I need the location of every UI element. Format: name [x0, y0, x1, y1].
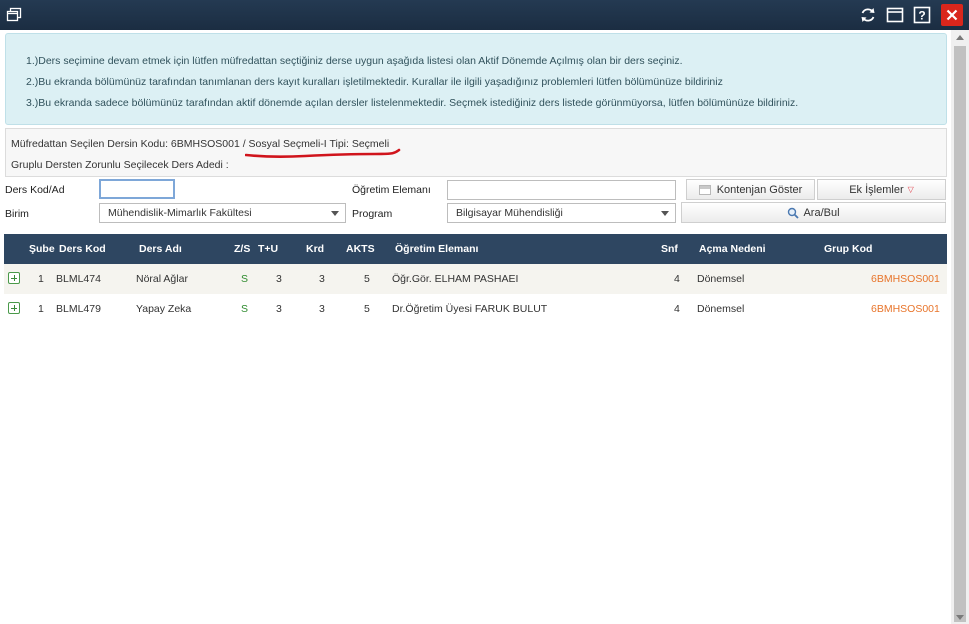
kontenjan-goster-button[interactable]: Kontenjan Göster	[686, 179, 815, 200]
col-header-snf: Snf	[661, 243, 678, 255]
col-header-ders-adi: Ders Adı	[139, 243, 182, 255]
maximize-icon[interactable]	[885, 5, 905, 25]
window-titlebar: ?	[0, 0, 969, 30]
cell-grup-kod[interactable]: 6BMHSOS001	[871, 294, 940, 324]
ogretim-elemani-input[interactable]	[447, 180, 676, 200]
search-icon	[788, 207, 800, 219]
ders-kod-input[interactable]	[99, 179, 175, 199]
cell-acma-nedeni: Dönemsel	[697, 273, 745, 285]
ders-kod-label: Ders Kod/Ad	[5, 184, 65, 196]
help-icon[interactable]: ?	[912, 5, 932, 25]
triangle-down-icon: ▽	[907, 185, 914, 194]
col-header-ogretim-elemani: Öğretim Elemanı	[395, 243, 479, 255]
vertical-scrollbar[interactable]	[951, 30, 969, 624]
birim-selected-value: Mühendislik-Mimarlık Fakültesi	[108, 207, 252, 219]
col-header-krd: Krd	[306, 243, 325, 255]
refresh-icon[interactable]	[858, 5, 878, 25]
ogretim-elemani-label: Öğretim Elemanı	[352, 184, 431, 196]
cell-acma-nedeni: Dönemsel	[697, 303, 745, 315]
cell-ogretim-elemani: Öğr.Gör. ELHAM PASHAEI	[392, 273, 519, 285]
cell-krd: 3	[319, 303, 325, 315]
ek-islemler-button[interactable]: Ek İşlemler ▽	[817, 179, 946, 200]
chevron-down-icon	[661, 211, 669, 216]
table-icon	[698, 184, 711, 195]
course-table-header: Şube Ders Kod Ders Adı Z/S T+U Krd AKTS …	[4, 234, 947, 264]
red-annotation-underline	[245, 148, 401, 158]
cell-sube: 1	[38, 303, 44, 315]
cell-tu: 3	[276, 273, 282, 285]
cell-snf: 4	[674, 303, 680, 315]
cell-krd: 3	[319, 273, 325, 285]
program-label: Program	[352, 208, 393, 220]
ek-islemler-label: Ek İşlemler	[849, 183, 904, 196]
cell-sube: 1	[38, 273, 44, 285]
program-selected-value: Bilgisayar Mühendisliği	[456, 207, 563, 219]
col-header-tu: T+U	[258, 243, 279, 255]
cell-ders-adi: Nöral Ağlar	[136, 273, 188, 285]
col-header-ders-kod: Ders Kod	[59, 243, 106, 255]
add-course-icon[interactable]	[8, 302, 20, 314]
cell-ogretim-elemani: Dr.Öğretim Üyesi FARUK BULUT	[392, 303, 548, 315]
search-form: Ders Kod/Ad Öğretim Elemanı Kontenjan Gö…	[0, 177, 951, 227]
restore-window-icon[interactable]	[4, 5, 24, 25]
cell-zs: S	[241, 273, 249, 285]
cell-zs: S	[241, 303, 249, 315]
ara-bul-button[interactable]: Ara/Bul	[681, 202, 946, 223]
close-icon[interactable]	[941, 4, 963, 26]
dialog-content: 1.)Ders seçimine devam etmek için lütfen…	[0, 30, 951, 624]
cell-ders-kod: BLML474	[56, 273, 101, 285]
info-line-1: 1.)Ders seçimine devam etmek için lütfen…	[26, 55, 683, 67]
cell-snf: 4	[674, 273, 680, 285]
add-course-icon[interactable]	[8, 272, 20, 284]
scroll-down-icon[interactable]	[956, 615, 964, 620]
cell-akts: 5	[364, 303, 370, 315]
birim-label: Birim	[5, 208, 29, 220]
table-row[interactable]: 1 BLML474 Nöral Ağlar S 3 3 5 Öğr.Gör. E…	[4, 264, 947, 294]
cell-tu: 3	[276, 303, 282, 315]
col-header-acma-nedeni: Açma Nedeni	[699, 243, 766, 255]
col-header-sube: Şube	[29, 243, 55, 255]
col-header-akts: AKTS	[346, 243, 375, 255]
chevron-down-icon	[331, 211, 339, 216]
birim-select[interactable]: Mühendislik-Mimarlık Fakültesi	[99, 203, 346, 223]
info-line-2: 2.)Bu ekranda bölümünüz tarafından tanım…	[26, 76, 723, 88]
cell-grup-kod[interactable]: 6BMHSOS001	[871, 264, 940, 294]
program-select[interactable]: Bilgisayar Mühendisliği	[447, 203, 676, 223]
cell-akts: 5	[364, 273, 370, 285]
kontenjan-goster-label: Kontenjan Göster	[716, 183, 803, 196]
col-header-zs: Z/S	[234, 243, 251, 255]
info-alert: 1.)Ders seçimine devam etmek için lütfen…	[5, 33, 947, 125]
table-row[interactable]: 1 BLML479 Yapay Zeka S 3 3 5 Dr.Öğretim …	[4, 294, 947, 324]
scrollbar-thumb[interactable]	[954, 46, 966, 622]
selected-course-panel: Müfredattan Seçilen Dersin Kodu: 6BMHSOS…	[5, 128, 947, 177]
info-line-3: 3.)Bu ekranda sadece bölümünüz tarafında…	[26, 97, 799, 109]
col-header-grup-kod: Grup Kod	[824, 243, 873, 255]
ara-bul-label: Ara/Bul	[803, 206, 840, 219]
cell-ders-kod: BLML479	[56, 303, 101, 315]
group-required-count: Gruplu Dersten Zorunlu Seçilecek Ders Ad…	[11, 159, 229, 171]
svg-text:?: ?	[918, 9, 925, 23]
cell-ders-adi: Yapay Zeka	[136, 303, 192, 315]
scroll-up-icon[interactable]	[956, 35, 964, 40]
